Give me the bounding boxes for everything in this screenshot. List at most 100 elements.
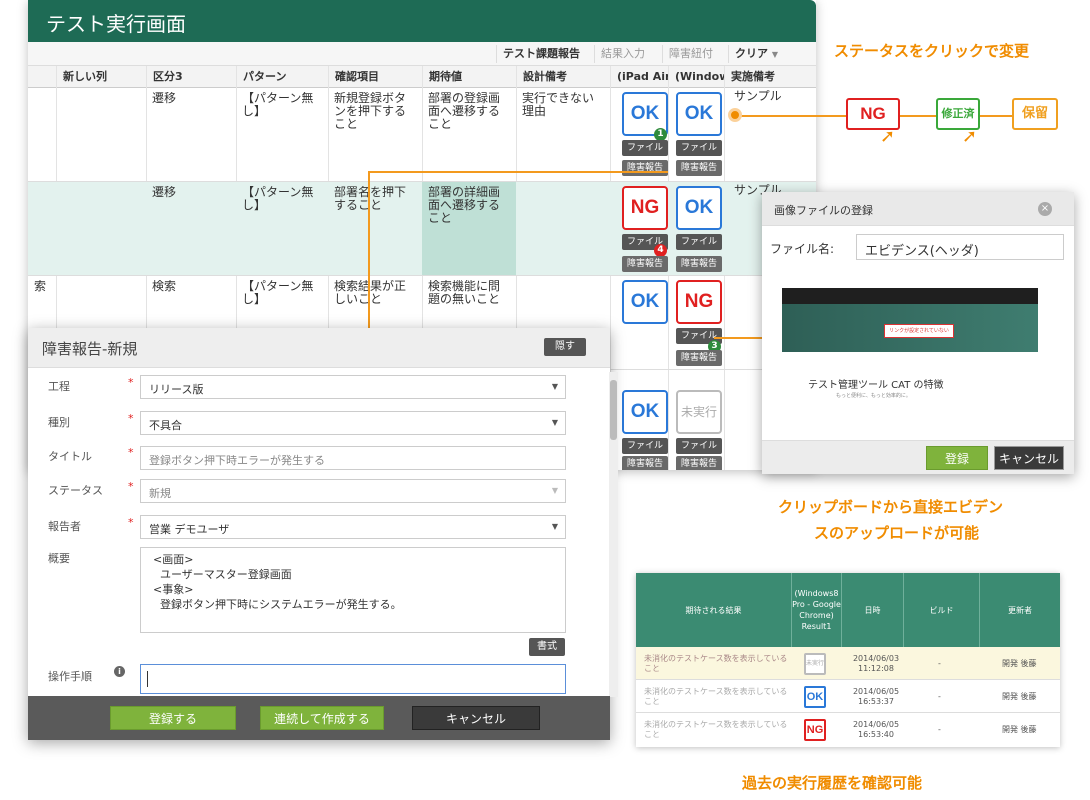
register-button[interactable]: 登録する (110, 706, 236, 730)
process-select[interactable]: リリース版 ▼ (140, 375, 566, 399)
status-select[interactable]: 新規 ▼ (140, 479, 566, 503)
status-ok-button[interactable]: OK (622, 390, 668, 434)
column-header[interactable]: パターン (236, 66, 328, 88)
file-button[interactable]: ファイル (676, 438, 722, 454)
image-file-dialog: 画像ファイルの登録 × ファイル名: エビデンス(ヘッダ) リンクが設定されてい… (762, 192, 1074, 474)
cursor-icon: ➚ (962, 126, 978, 147)
table-row: 未消化のテストケース数を表示していること OK 2014/06/05 16:53:… (636, 680, 1060, 713)
info-icon[interactable]: i (114, 666, 125, 677)
title-input[interactable]: 登録ボタン押下時エラーが発生する (140, 446, 566, 470)
build-cell: - (938, 658, 941, 668)
field-label: 種別 (48, 416, 70, 429)
filename-input[interactable]: エビデンス(ヘッダ) (856, 234, 1064, 260)
preview-navbar (782, 288, 1038, 304)
check-cell: 部署名を押下すること (334, 186, 407, 212)
expected-cell: 検索機能に問題の無いこと (428, 280, 501, 306)
required-mark: * (128, 480, 134, 493)
bug-report-button[interactable]: 障害報告 (622, 256, 668, 272)
status-badge: 未実行 (804, 652, 826, 675)
column-header: ビルド (904, 573, 980, 647)
connector-line (740, 115, 850, 117)
chevron-down-icon: ▼ (771, 50, 778, 59)
status-ng-button[interactable]: NG (622, 186, 668, 230)
column-header[interactable]: 区分3 (146, 66, 236, 88)
status-unexecuted-button[interactable]: 未実行 (676, 390, 722, 434)
bug-report-button[interactable]: 障害報告 (622, 160, 668, 176)
column-header[interactable]: 新しい列 (56, 66, 158, 88)
expected-cell: 部署の登録画面へ遷移すること (428, 92, 501, 131)
field-label: ステータス (48, 484, 103, 497)
clear-button[interactable]: クリア ▼ (728, 45, 784, 63)
dialog-footer: 登録する 連続して作成する キャンセル (28, 696, 610, 740)
select-value: 新規 (149, 487, 171, 500)
connector-line (368, 171, 668, 173)
required-mark: * (128, 376, 134, 389)
type-select[interactable]: 不具合 ▼ (140, 411, 566, 435)
check-cell: 検索結果が正しいこと (334, 280, 407, 306)
required-mark: * (128, 446, 134, 459)
register-button[interactable]: 登録 (926, 446, 988, 470)
test-report-button[interactable]: テスト課題報告 (496, 45, 586, 63)
preview-alert-text: リンクが設定されていない (884, 324, 954, 338)
bug-report-button[interactable]: 障害報告 (676, 160, 722, 176)
column-header[interactable]: 設計備考 (516, 66, 610, 88)
bug-report-button[interactable]: 障害報告 (622, 456, 668, 470)
category-cell: 遷移 (152, 92, 177, 105)
file-button[interactable]: ファイル (676, 234, 722, 250)
file-button[interactable]: ファイル (622, 140, 668, 156)
status-badge: NG (804, 718, 826, 741)
toolbar: テスト課題報告 結果入力 障害紐付 クリア ▼ (28, 42, 816, 66)
file-button[interactable]: ファイル (676, 140, 722, 156)
status-ok-button[interactable]: OK (622, 280, 668, 324)
scrollbar[interactable] (609, 372, 618, 697)
cancel-button[interactable]: キャンセル (412, 706, 540, 730)
reporter-select[interactable]: 営業 デモユーザ ▼ (140, 515, 566, 539)
column-header: 更新者 (1008, 605, 1032, 615)
build-cell: - (938, 724, 941, 734)
execution-history-table: 期待される結果 (Windows8 Pro - Google Chrome) R… (636, 573, 1060, 747)
history-header: 期待される結果 (Windows8 Pro - Google Chrome) R… (636, 573, 1060, 647)
close-icon[interactable]: × (1038, 202, 1052, 216)
bug-report-button[interactable]: 障害報告 (676, 456, 722, 470)
chevron-down-icon: ▼ (551, 382, 558, 391)
dialog-title: 障害報告-新規 (28, 328, 610, 368)
hide-button[interactable]: 隠す (544, 338, 586, 356)
column-header[interactable]: 期待値 (422, 66, 516, 88)
build-cell: - (938, 691, 941, 701)
pattern-cell: 【パターン無し】 (242, 280, 314, 306)
user-cell: 開発 後藤 (1002, 724, 1037, 734)
bug-link-button[interactable]: 障害紐付 (662, 45, 719, 63)
cancel-button[interactable]: キャンセル (994, 446, 1064, 470)
summary-textarea[interactable]: <画面> ユーザーマスター登録画面 <事象> 登録ボタン押下時にシステムエラーが… (140, 547, 566, 633)
column-header[interactable]: (Window (668, 66, 724, 88)
column-header[interactable]: 実施備考 (724, 66, 816, 88)
category-cell: 遷移 (152, 186, 177, 199)
register-continue-button[interactable]: 連続して作成する (260, 706, 384, 730)
connector-line (978, 115, 1014, 117)
design-note-cell: 実行できない理由 (522, 92, 595, 118)
note-cell: サンプル (734, 90, 782, 103)
field-label: 操作手順 (48, 670, 92, 683)
result-input-button[interactable]: 結果入力 (594, 45, 651, 63)
chevron-down-icon: ▼ (551, 486, 558, 495)
chevron-down-icon: ▼ (551, 522, 558, 531)
file-button[interactable]: ファイル (622, 438, 668, 454)
user-cell: 開発 後藤 (1002, 691, 1037, 701)
preview-hero: リンクが設定されていない (782, 304, 1038, 352)
status-ng-button[interactable]: NG (676, 280, 722, 324)
column-header[interactable]: (iPad Air (610, 66, 668, 88)
bug-report-button[interactable]: 障害報告 (676, 256, 722, 272)
bug-report-button[interactable]: 障害報告 (676, 350, 722, 366)
category-cell: 検索 (152, 280, 177, 293)
steps-textarea[interactable] (140, 664, 566, 694)
column-header[interactable]: 確認項目 (328, 66, 422, 88)
history-caption: 過去の実行履歴を確認可能 (742, 774, 923, 792)
preview-heading: テスト管理ツール CAT の特徴 (808, 380, 944, 391)
filename-label: ファイル名: (770, 242, 835, 256)
bug-report-dialog: 障害報告-新規 隠す 工程 * リリース版 ▼ 種別 * 不具合 ▼ タイトル * … (28, 328, 618, 740)
check-cell: 新規登録ボタンを押下すること (334, 92, 407, 131)
window-title: テスト実行画面 (28, 0, 816, 42)
format-button[interactable]: 書式 (529, 638, 565, 656)
status-ok-button[interactable]: OK (676, 92, 722, 136)
status-ok-button[interactable]: OK (676, 186, 722, 230)
